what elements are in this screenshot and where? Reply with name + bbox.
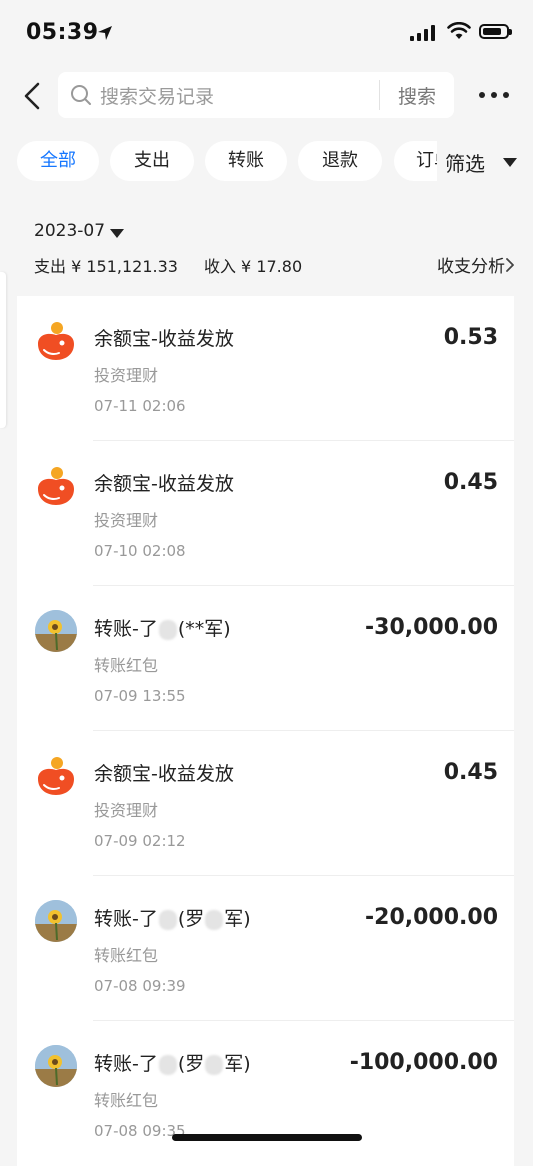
title-suffix: (**军) — [177, 618, 231, 640]
filter-dropdown-icon — [503, 158, 517, 167]
status-time: 05:39 — [26, 20, 99, 45]
chip-transfer[interactable]: 转账 — [205, 141, 287, 181]
sunflower-avatar — [35, 610, 77, 652]
transaction-category: 转账红包 — [94, 946, 159, 965]
transaction-datetime: 07-09 02:12 — [94, 832, 186, 850]
redacted-name — [205, 1054, 224, 1075]
transaction-datetime: 07-11 02:06 — [94, 397, 186, 415]
redacted-name — [158, 619, 177, 640]
search-button[interactable]: 搜索 — [380, 82, 454, 109]
transaction-amount: 0.45 — [443, 760, 498, 785]
redacted-name — [205, 909, 224, 930]
transaction-title: 转账-了 (罗 军) — [94, 904, 251, 931]
yuebao-logo-icon — [38, 757, 74, 795]
expense-total: 支出 ¥ 151,121.33 — [34, 257, 178, 276]
transaction-amount: -20,000.00 — [365, 905, 498, 930]
transaction-datetime: 07-10 02:08 — [94, 542, 186, 560]
redacted-name — [158, 909, 177, 930]
chip-refund[interactable]: 退款 — [298, 141, 382, 181]
more-options-icon[interactable] — [479, 92, 509, 98]
month-selector[interactable]: 2023-07 — [34, 221, 105, 241]
transaction-title: 余额宝-收益发放 — [94, 328, 234, 350]
yuebao-logo-icon — [38, 467, 74, 505]
transaction-category: 转账红包 — [94, 1091, 159, 1110]
title-prefix: 转账-了 — [94, 908, 158, 930]
battery-icon — [479, 24, 512, 39]
transaction-category: 转账红包 — [94, 656, 159, 675]
income-total: 收入 ¥ 17.80 — [203, 257, 303, 276]
filter-button[interactable]: 筛选 — [437, 138, 533, 184]
transaction-amount: 0.45 — [443, 470, 498, 495]
title-mid: (罗 — [177, 1053, 205, 1075]
sunflower-avatar — [35, 1045, 77, 1087]
transaction-title: 余额宝-收益发放 — [94, 763, 234, 785]
transaction-category: 投资理财 — [94, 366, 159, 385]
transaction-category: 投资理财 — [94, 801, 159, 820]
chip-expense[interactable]: 支出 — [110, 141, 194, 181]
filter-label: 筛选 — [445, 152, 485, 176]
analysis-link[interactable]: 收支分析 — [437, 252, 505, 277]
chevron-right-icon[interactable] — [505, 257, 515, 273]
back-arrow-icon[interactable] — [20, 80, 46, 112]
sunflower-avatar — [35, 900, 77, 942]
redacted-name — [158, 1054, 177, 1075]
title-prefix: 转账-了 — [94, 618, 158, 640]
transaction-row[interactable]: 转账-了 (罗 军) 转账红包 07-08 09:35 -100,000.00 — [17, 1021, 514, 1166]
home-indicator[interactable] — [172, 1134, 362, 1141]
transaction-title: 转账-了 (罗 军) — [94, 1049, 251, 1076]
transaction-title: 转账-了 (**军) — [94, 614, 231, 641]
yuebao-logo-icon — [38, 322, 74, 360]
month-summary: 支出 ¥ 151,121.33 收入 ¥ 17.80 — [34, 253, 302, 277]
chip-all[interactable]: 全部 — [17, 141, 99, 181]
search-placeholder: 搜索交易记录 — [100, 86, 215, 108]
transaction-datetime: 07-09 13:55 — [94, 687, 186, 705]
transaction-row[interactable]: 余额宝-收益发放 投资理财 07-11 02:06 0.53 — [17, 296, 514, 441]
transaction-title: 余额宝-收益发放 — [94, 473, 234, 495]
transaction-amount: 0.53 — [443, 325, 498, 350]
transaction-datetime: 07-08 09:39 — [94, 977, 186, 995]
title-suffix: 军) — [224, 1053, 251, 1075]
wifi-icon — [447, 22, 471, 39]
status-bar: 05:39 — [0, 0, 533, 66]
transaction-amount: -30,000.00 — [365, 615, 498, 640]
location-arrow-icon — [98, 26, 112, 40]
analysis-label: 收支分析 — [437, 257, 505, 277]
transaction-row[interactable]: 转账-了 (**军) 转账红包 07-09 13:55 -30,000.00 — [17, 586, 514, 731]
title-mid: (罗 — [177, 908, 205, 930]
search-input[interactable]: 搜索交易记录 搜索 — [58, 72, 454, 118]
title-prefix: 转账-了 — [94, 1053, 158, 1075]
transaction-row[interactable]: 余额宝-收益发放 投资理财 07-10 02:08 0.45 — [17, 441, 514, 586]
transaction-row[interactable]: 转账-了 (罗 军) 转账红包 07-08 09:39 -20,000.00 — [17, 876, 514, 1021]
transaction-amount: -100,000.00 — [349, 1050, 498, 1075]
transaction-list: 余额宝-收益发放 投资理财 07-11 02:06 0.53 余额宝-收益发放 … — [17, 296, 514, 1166]
title-suffix: 军) — [224, 908, 251, 930]
side-handle[interactable] — [0, 272, 6, 428]
month-dropdown-icon[interactable] — [110, 229, 124, 238]
cellular-signal-icon — [410, 24, 435, 41]
transaction-row[interactable]: 余额宝-收益发放 投资理财 07-09 02:12 0.45 — [17, 731, 514, 876]
search-icon — [71, 85, 91, 105]
transaction-category: 投资理财 — [94, 511, 159, 530]
